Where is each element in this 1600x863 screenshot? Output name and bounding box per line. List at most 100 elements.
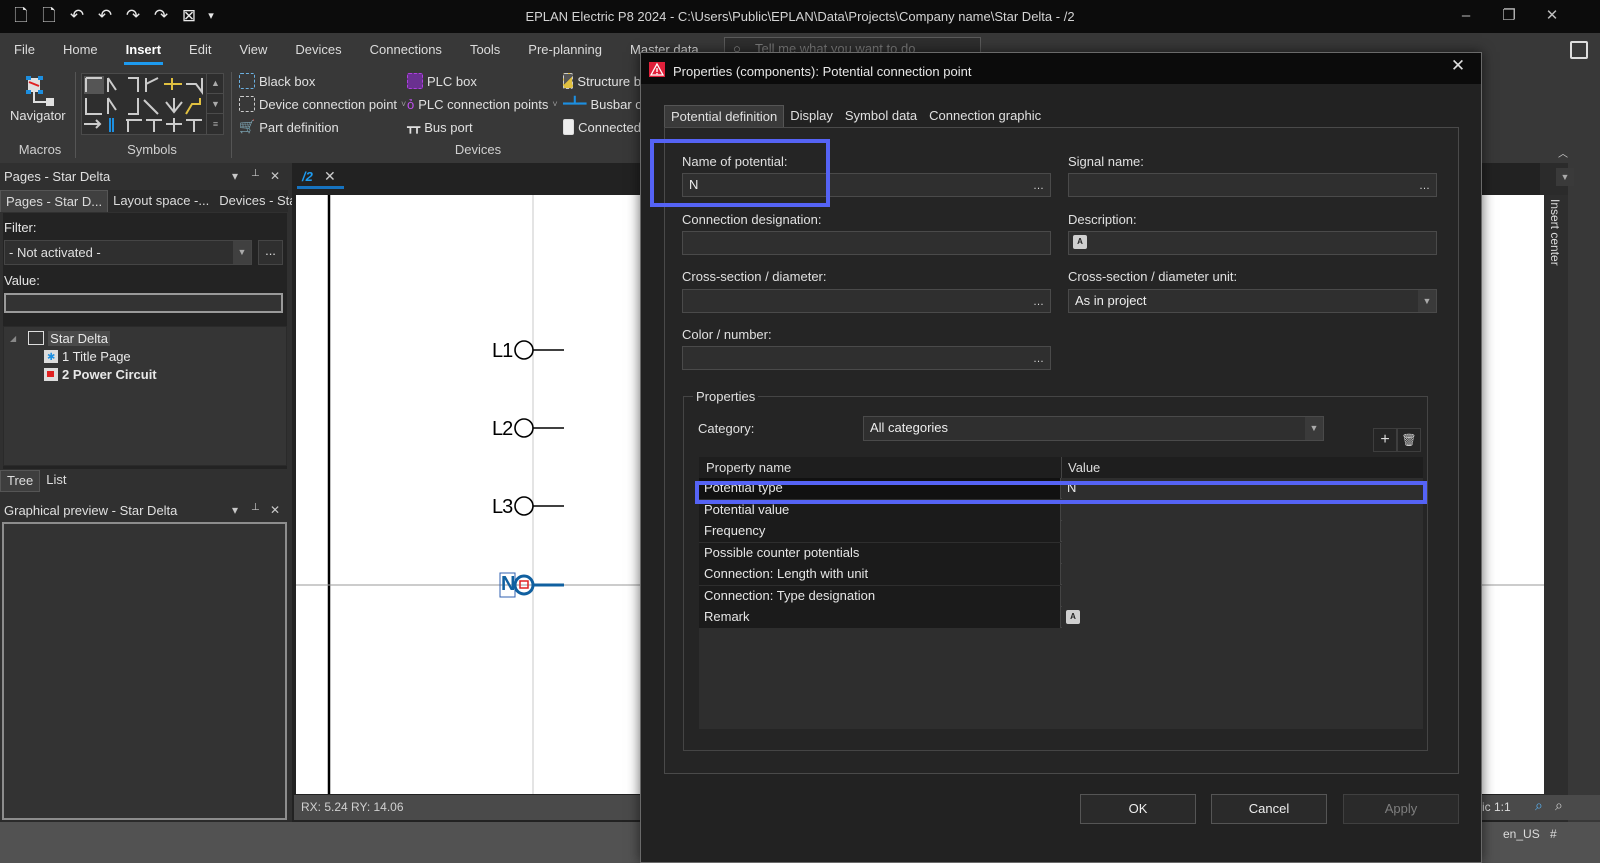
column-divider[interactable]	[1061, 457, 1062, 478]
dialog-close-button[interactable]: ✕	[1448, 56, 1468, 76]
restore-button[interactable]: ❐	[1494, 6, 1524, 26]
close-panel-icon[interactable]: ✕	[270, 503, 280, 517]
minimize-button[interactable]: –	[1451, 6, 1481, 26]
tab-layout-space[interactable]: Layout space -...	[108, 190, 214, 212]
property-value[interactable]	[1062, 521, 1423, 542]
color-number-field[interactable]: …	[682, 346, 1051, 370]
property-value[interactable]	[1062, 586, 1423, 607]
tree-item-power-circuit[interactable]: 2 Power Circuit	[44, 365, 157, 383]
close-window-button[interactable]: ✕	[1537, 6, 1567, 26]
doc-tabs-dropdown-icon[interactable]: ▼	[1556, 168, 1574, 186]
chevron-down-icon[interactable]: ▼	[233, 241, 251, 264]
symbols-gallery-scroll[interactable]: ▲ ▼ ≡	[206, 73, 224, 135]
column-header-value[interactable]: Value	[1068, 460, 1100, 475]
signal-name-field[interactable]: …	[1068, 173, 1437, 197]
part-definition-button[interactable]: 🛒 Part definition	[239, 117, 406, 137]
property-value[interactable]	[1062, 543, 1423, 564]
document-tab[interactable]: /2 ✕	[297, 166, 344, 190]
device-connection-point-button[interactable]: Device connection point ˅	[239, 94, 406, 114]
tab-list[interactable]: List	[40, 470, 72, 492]
ellipsis-button[interactable]: …	[1419, 175, 1430, 197]
tab-tools[interactable]: Tools	[456, 42, 514, 62]
ellipsis-button[interactable]: …	[1033, 291, 1044, 313]
tab-pre-planning[interactable]: Pre-planning	[514, 42, 616, 62]
table-row[interactable]: Connection: Type designation	[699, 586, 1423, 607]
tab-insert[interactable]: Insert	[112, 42, 175, 65]
ellipsis-button[interactable]: …	[1033, 348, 1044, 370]
delete-property-button[interactable]: 🗑	[1397, 428, 1421, 452]
category-select[interactable]: All categories ▼	[863, 416, 1324, 441]
chevron-down-icon[interactable]: ˅	[401, 99, 406, 109]
tab-potential-definition[interactable]: Potential definition	[664, 105, 785, 127]
filter-select[interactable]: - Not activated - ▼	[4, 240, 252, 265]
tab-edit[interactable]: Edit	[175, 42, 225, 62]
panel-menu-icon[interactable]: ▾	[232, 503, 238, 517]
structure-box-button[interactable]: Structure b	[563, 71, 641, 91]
tab-connection-graphic[interactable]: Connection graphic	[923, 105, 1047, 127]
translate-icon[interactable]: A	[1073, 235, 1087, 249]
pin-icon[interactable]: ⊥	[251, 168, 260, 179]
terminal-circle	[514, 496, 534, 516]
plc-connection-points-button[interactable]: ỏ PLC connection points ˅	[407, 94, 558, 114]
tab-symbol-data[interactable]: Symbol data	[839, 105, 923, 127]
pin-icon[interactable]: ⊥	[251, 502, 260, 513]
chevron-down-icon[interactable]: ▼	[1418, 290, 1436, 312]
tab-home[interactable]: Home	[49, 42, 112, 62]
tab-view[interactable]: View	[225, 42, 281, 62]
cube-icon	[563, 119, 575, 135]
panel-menu-icon[interactable]: ▾	[232, 169, 238, 183]
filter-value: - Not activated -	[9, 245, 101, 260]
table-row[interactable]: Connection: Length with unit	[699, 564, 1423, 585]
symbols-gallery[interactable]	[81, 73, 224, 135]
tab-file[interactable]: File	[0, 42, 49, 62]
black-box-button[interactable]: Black box	[239, 71, 406, 91]
apply-button[interactable]: Apply	[1343, 794, 1459, 824]
plc-box-button[interactable]: PLC box	[407, 71, 558, 91]
zoom-window-icon[interactable]: ⌕	[1535, 797, 1543, 814]
value-input[interactable]	[4, 293, 283, 313]
navigator-button[interactable]: Navigator	[10, 72, 66, 132]
expand-icon[interactable]: ◢	[10, 334, 16, 343]
close-tab-icon[interactable]: ✕	[324, 168, 336, 185]
filter-more-button[interactable]: ...	[258, 240, 283, 265]
chevron-down-icon[interactable]: ˅	[552, 99, 557, 109]
label: Connected	[578, 119, 641, 135]
table-row[interactable]: Frequency	[699, 521, 1423, 542]
tree-root[interactable]: ◢ Star Delta	[10, 329, 110, 347]
tab-tree[interactable]: Tree	[0, 470, 41, 492]
dialog-title: Properties (components): Potential conne…	[673, 64, 972, 79]
dialog-title-bar[interactable]: Properties (components): Potential conne…	[641, 53, 1481, 84]
scroll-up-icon[interactable]: ▲	[207, 73, 224, 93]
cross-section-unit-select[interactable]: As in project ▼	[1068, 289, 1437, 313]
property-value[interactable]: A	[1062, 607, 1423, 628]
table-row[interactable]: Possible counter potentials	[699, 543, 1423, 564]
collapse-ribbon-icon[interactable]: ︿	[1558, 145, 1568, 160]
connected-button[interactable]: Connected	[563, 117, 641, 137]
add-property-button[interactable]: +	[1373, 428, 1397, 452]
property-value[interactable]	[1062, 564, 1423, 585]
cancel-button[interactable]: Cancel	[1211, 794, 1327, 824]
connection-designation-field[interactable]	[682, 231, 1051, 255]
tab-display[interactable]: Display	[784, 105, 839, 127]
bus-port-button[interactable]: ┳┳ Bus port	[407, 117, 558, 137]
scroll-down-icon[interactable]: ▼	[207, 93, 224, 113]
chevron-down-icon[interactable]: ▼	[1305, 417, 1323, 440]
description-field[interactable]: A	[1068, 231, 1437, 255]
tab-connections[interactable]: Connections	[356, 42, 456, 62]
close-panel-icon[interactable]: ✕	[270, 169, 280, 183]
table-row[interactable]: Remark A	[699, 607, 1423, 628]
ok-button[interactable]: OK	[1080, 794, 1196, 824]
insert-center-tab[interactable]: Insert center	[1544, 195, 1568, 795]
group-separator	[75, 72, 76, 158]
column-header-property-name[interactable]: Property name	[706, 460, 791, 475]
cross-section-field[interactable]: …	[682, 289, 1051, 313]
expand-gallery-icon[interactable]: ≡	[207, 113, 224, 133]
tab-devices[interactable]: Devices	[281, 42, 355, 62]
zoom-100-icon[interactable]: ⌕	[1555, 797, 1563, 814]
translate-icon[interactable]: A	[1066, 610, 1080, 624]
ellipsis-button[interactable]: …	[1033, 175, 1044, 197]
account-icon[interactable]	[1570, 41, 1588, 59]
tree-item-title-page[interactable]: ✱ 1 Title Page	[44, 347, 131, 365]
busbar-connection-point-button[interactable]: ━┻━Busbar cor	[563, 94, 641, 114]
tab-pages[interactable]: Pages - Star D...	[0, 190, 109, 212]
